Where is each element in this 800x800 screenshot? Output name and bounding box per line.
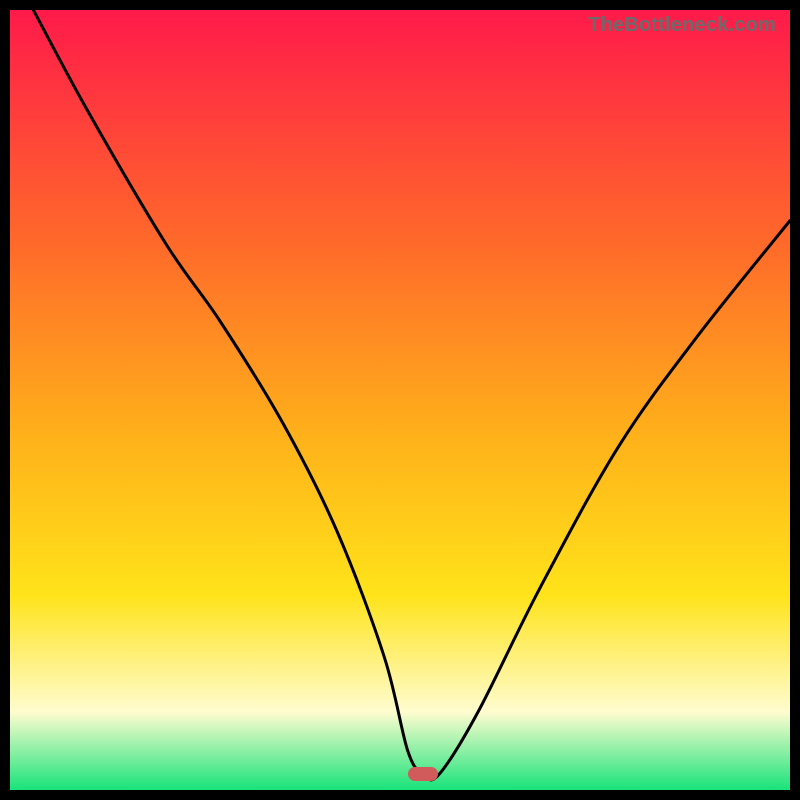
optimal-marker-icon <box>408 767 438 781</box>
gradient-background <box>10 10 790 790</box>
watermark-text: TheBottleneck.com <box>588 14 776 37</box>
bottleneck-chart <box>10 10 790 790</box>
chart-frame: TheBottleneck.com <box>10 10 790 790</box>
